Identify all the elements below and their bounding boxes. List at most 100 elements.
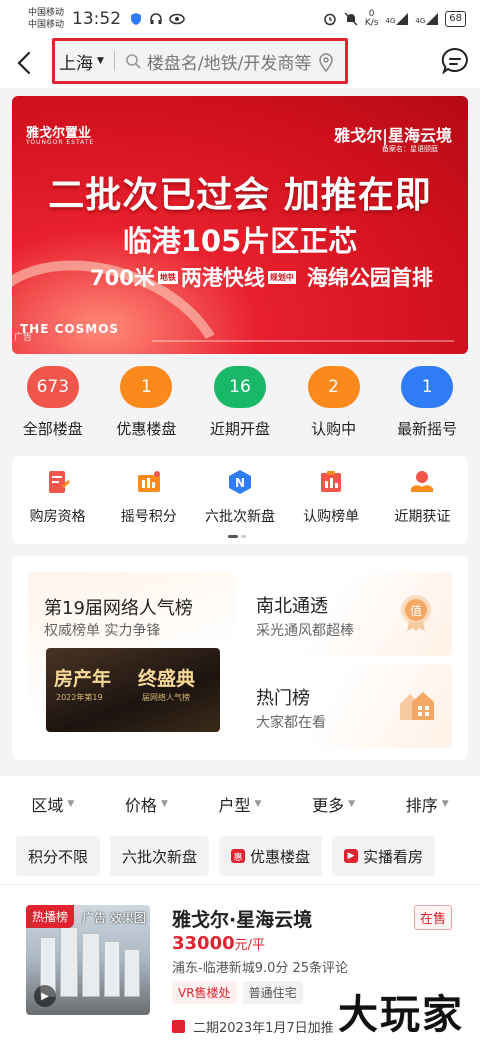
back-button[interactable]: [10, 43, 38, 83]
building-shape: [82, 933, 100, 997]
headphones-icon: [150, 13, 162, 24]
search-placeholder[interactable]: 楼盘名/地铁/开发商等: [147, 49, 311, 74]
signal-icon: [426, 13, 439, 25]
stat-item[interactable]: 16 近期开盘: [200, 366, 280, 444]
ranking-section: 第19届网络人气榜 权威榜单 实力争锋 房产年 终盛典 2022年第19 届网络…: [12, 556, 468, 760]
hot-rank-card[interactable]: 热门榜 大家都在看: [244, 664, 452, 748]
clock: 13:52: [72, 9, 122, 29]
menu-label: 近期获证: [394, 509, 451, 525]
filter-dropdown[interactable]: 价格 ▼: [106, 792, 186, 816]
listing-title[interactable]: 雅戈尔·星海云境: [172, 905, 312, 932]
promo-banner[interactable]: 雅戈尔置业 YOUNGOR ESTATE 雅戈尔|星海云境 备案名：星语颐庭 二…: [12, 96, 468, 354]
building-shape: [104, 941, 120, 997]
play-icon[interactable]: ▶: [34, 985, 56, 1007]
banner-fineprint: [152, 340, 454, 342]
city-selector[interactable]: 上海 ▼: [59, 49, 104, 74]
calendar-icon: [172, 1020, 185, 1033]
svg-text:N: N: [235, 476, 245, 490]
north-south-rank-card[interactable]: 南北通透 采光通风都超棒 值: [244, 572, 452, 656]
pager-dot: [241, 535, 246, 538]
menu-pager: [228, 535, 246, 538]
banner-feature-tag: 地铁: [157, 270, 178, 284]
menu-item[interactable]: 购房资格: [15, 468, 101, 544]
message-icon[interactable]: [440, 46, 470, 76]
banner-feature-tag-2: 规划中: [267, 270, 296, 284]
menu-label: 摇号积分: [120, 509, 177, 525]
banner-feature-line: 700米 地铁 两港快线 规划中 海绵公园首排: [90, 262, 433, 292]
caret-down-icon: ▼: [348, 799, 356, 809]
menu-label: 认购榜单: [303, 509, 360, 525]
stat-item[interactable]: 2 认购中: [294, 366, 374, 444]
filter-chip[interactable]: ▶ 实播看房: [332, 836, 436, 876]
menu-label: 六批次新盘: [204, 509, 275, 525]
rank-image-text-c: 2022年第19: [56, 693, 103, 702]
menu-label: 购房资格: [29, 509, 86, 525]
chip-label: 优惠楼盘: [250, 847, 311, 866]
banner-brand-right-sub: 备案名：星语颐庭: [382, 145, 438, 153]
filter-dropdown[interactable]: 户型 ▼: [200, 792, 280, 816]
listing-meta: 浦东-临港新城9.0分 25条评论: [172, 961, 349, 976]
quick-stats: 673 全部楼盘 1 优惠楼盘 16 近期开盘 2 认购中 1 最新摇号: [0, 366, 480, 444]
popularity-rank-card[interactable]: 第19届网络人气榜 权威榜单 实力争锋 房产年 终盛典 2022年第19 届网络…: [28, 572, 236, 744]
banner-feature-distance: 700米: [90, 266, 155, 290]
filter-dropdown[interactable]: 区域 ▼: [13, 792, 93, 816]
value-badge-text: 值: [410, 603, 422, 618]
stat-count-badge: 16: [213, 366, 266, 408]
recent-permit-icon: [408, 468, 436, 496]
chip-label: 实播看房: [363, 847, 424, 866]
search-bar[interactable]: 上海 ▼ 楼盘名/地铁/开发商等: [52, 38, 348, 84]
carrier-1: 中国移动: [28, 8, 65, 18]
listing-tag-vr: VR售楼处: [172, 981, 237, 1004]
filter-label: 区域: [31, 796, 64, 815]
caret-down-icon: ▼: [441, 799, 449, 809]
status-bar: 中国移动 中国移动 13:52 0 K/s 4G 4G 68: [0, 0, 480, 38]
live-tv-icon: ▶: [344, 849, 359, 863]
net-type-1: 4G: [385, 17, 396, 25]
menu-item[interactable]: 近期获证: [379, 468, 465, 544]
caret-down-icon: ▼: [97, 56, 104, 66]
rank-image-text-a: 房产年: [54, 668, 112, 690]
listing-thumbnail[interactable]: 热播榜 广告 效果图 ▶: [26, 905, 150, 1015]
filter-label: 更多: [312, 796, 345, 815]
menu-item[interactable]: 认购榜单: [288, 468, 374, 544]
stat-count-badge: 1: [401, 366, 454, 408]
subscription-rank-icon: [317, 468, 345, 496]
city-name: 上海: [59, 53, 93, 74]
net-speed: 0 K/s: [365, 10, 379, 28]
filter-chip[interactable]: 惠优惠楼盘: [219, 836, 323, 876]
signal-1: 4G: [385, 13, 409, 25]
menu-item[interactable]: N 六批次新盘: [197, 468, 283, 544]
banner-headline: 二批次已过会 加推在即: [48, 175, 432, 216]
filter-label: 排序: [405, 796, 438, 815]
stat-item[interactable]: 1 优惠楼盘: [106, 366, 186, 444]
search-header: 上海 ▼ 楼盘名/地铁/开发商等: [0, 38, 480, 88]
filter-chip[interactable]: 六批次新盘: [110, 836, 210, 876]
filter-dropdown[interactable]: 排序 ▼: [387, 792, 467, 816]
price-unit: 元/平: [234, 938, 266, 953]
stat-item[interactable]: 673 全部楼盘: [13, 366, 93, 444]
rank-card-subtitle: 权威榜单 实力争锋: [44, 623, 161, 639]
stat-label: 近期开盘: [209, 420, 270, 438]
banner-subheadline: 临港105片区正芯: [122, 224, 358, 258]
stat-label: 认购中: [311, 420, 357, 438]
rank-image-text-b: 终盛典: [138, 668, 196, 690]
watermark: 大玩家: [338, 991, 464, 1038]
listing-price: 33000元/平: [172, 933, 265, 954]
banner-feature-rail: 两港快线: [180, 266, 265, 290]
location-pin-icon[interactable]: [317, 52, 335, 72]
stat-item[interactable]: 1 最新摇号: [387, 366, 467, 444]
lottery-points-icon: [135, 468, 163, 496]
listing-tags: VR售楼处 普通住宅: [172, 981, 303, 1004]
rank-side-title: 热门榜: [256, 688, 310, 709]
feature-menu: 购房资格 摇号积分 N 六批次新盘 认购榜单 近期获证: [12, 456, 468, 544]
value-badge-icon: 值: [401, 595, 431, 631]
rank-side-title: 南北通透: [256, 596, 328, 617]
pager-dot-active: [228, 535, 238, 538]
menu-item[interactable]: 摇号积分: [106, 468, 192, 544]
listing-open-info: 二期2023年1月7日加推: [172, 1017, 334, 1036]
quick-filter-chips: 积分不限 六批次新盘 惠优惠楼盘 ▶ 实播看房: [0, 832, 480, 884]
banner-brand-right: 雅戈尔|星海云境: [334, 126, 452, 145]
filter-dropdown[interactable]: 更多 ▼: [294, 792, 374, 816]
filter-chip[interactable]: 积分不限: [16, 836, 101, 876]
rank-image-text-d: 届网络人气榜: [142, 693, 190, 702]
